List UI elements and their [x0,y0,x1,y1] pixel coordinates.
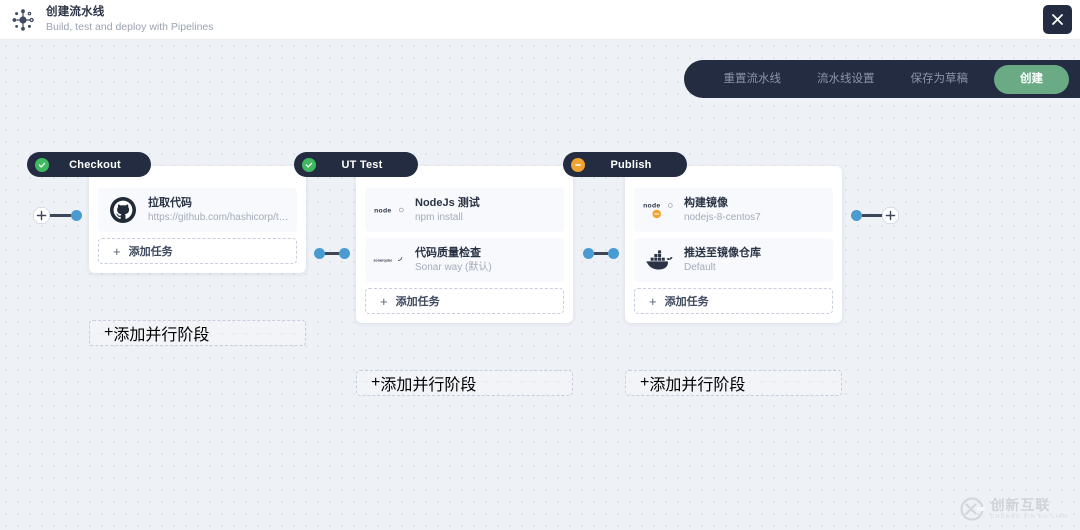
task-item[interactable]: 推送至镜像仓库 Default [634,238,833,282]
watermark: 创新互联 CHUANG XIN HU LIAN [959,496,1068,522]
task-text-group: 代码质量检查 Sonar way (默认) [415,246,492,275]
save-draft-button[interactable]: 保存为草稿 [893,65,987,93]
page-title: 创建流水线 [46,6,105,18]
reset-pipeline-button[interactable]: 重置流水线 [706,65,800,93]
task-title: 构建镜像 [684,196,728,209]
add-stage-icon [33,207,50,224]
create-button[interactable]: 创建 [994,64,1069,94]
connector-dot [71,210,82,221]
add-parallel-stage-button[interactable]: + 添加并行阶段 [625,370,842,396]
stage-body: node 构建镜像 nodejs-8-centos7 推送至镜像仓库 Defau… [625,166,842,323]
check-circle-icon [302,157,316,172]
add-task-label: 添加任务 [664,296,709,308]
connector-dot [851,210,862,221]
connector-line [862,214,882,217]
add-task-button[interactable]: + 添加任务 [634,288,833,314]
task-subtitle: https://github.com/hashicorp/ter... [148,211,289,223]
pipeline-graph: Checkout 拉取代码 https://github.com/hashico… [0,40,1080,530]
window-header: 创建流水线 Build, test and deploy with Pipeli… [0,0,1080,40]
task-subtitle: npm install [415,211,463,223]
svg-text:node: node [374,207,391,214]
task-item[interactable]: sonarqube 代码质量检查 Sonar way (默认) [365,238,564,282]
pipeline-canvas[interactable]: 重置流水线 流水线设置 保存为草稿 创建 Checkout 拉取代码 https… [0,40,1080,530]
plus-icon: + [649,293,657,309]
stage-name: Publish [610,158,652,171]
connector-left [33,207,82,224]
connector-line [594,252,608,255]
add-parallel-stage-button[interactable]: + 添加并行阶段 [89,320,306,346]
pipeline-editor-window: 创建流水线 Build, test and deploy with Pipeli… [0,0,1080,530]
task-text-group: 拉取代码 https://github.com/hashicorp/ter... [148,196,289,225]
watermark-texts: 创新互联 CHUANG XIN HU LIAN [990,496,1068,521]
stage-body: 拉取代码 https://github.com/hashicorp/ter...… [89,166,306,273]
connector-dot [583,248,594,259]
stage-name: UT Test [341,158,383,171]
plus-icon: + [640,374,650,391]
add-task-label: 添加任务 [128,246,173,258]
stage-header[interactable]: Publish [563,152,687,177]
watermark-subtitle: CHUANG XIN HU LIAN [990,513,1068,520]
connector-line [50,214,71,217]
connector-dot [608,248,619,259]
task-title: NodeJs 测试 [415,196,480,209]
add-stage-left-button[interactable] [33,207,50,224]
stage-body: node NodeJs 测试 npm install sonarqube 代码质… [356,166,573,323]
add-stage-right-button[interactable] [882,207,899,224]
add-task-label: 添加任务 [395,296,440,308]
connector-dot [339,248,350,259]
stage-header[interactable]: UT Test [294,152,418,177]
plus-icon: + [380,293,388,309]
plus-icon: + [104,324,114,341]
github-icon [106,193,140,227]
task-title: 拉取代码 [148,196,192,209]
pipeline-node-icon [8,5,38,35]
pipeline-toolbar: 重置流水线 流水线设置 保存为草稿 创建 [683,60,1080,98]
stage-name: Checkout [69,158,121,171]
task-subtitle: Sonar way (默认) [415,261,492,273]
add-parallel-label: 添加并行阶段 [113,327,210,344]
header-text-group: 创建流水线 Build, test and deploy with Pipeli… [46,5,214,34]
page-subtitle: Build, test and deploy with Pipelines [46,21,214,33]
connector-stage1-stage2 [314,248,350,259]
add-parallel-stage-button[interactable]: + 添加并行阶段 [356,370,573,396]
task-text-group: 推送至镜像仓库 Default [684,246,761,275]
nodejs-icon: node [642,193,676,227]
task-subtitle: nodejs-8-centos7 [684,211,761,223]
connector-stage2-stage3 [583,248,619,259]
connector-line [325,252,339,255]
add-parallel-label: 添加并行阶段 [380,377,477,394]
add-task-button[interactable]: + 添加任务 [98,238,297,264]
sonarqube-icon: sonarqube [373,243,407,277]
task-item[interactable]: 拉取代码 https://github.com/hashicorp/ter... [98,188,297,232]
cx-logo-icon [960,497,986,521]
svg-text:node: node [643,203,660,210]
task-subtitle: Default [684,261,716,273]
connector-dot [314,248,325,259]
close-icon [1052,14,1063,25]
add-stage-icon [882,207,899,224]
task-title: 代码质量检查 [415,246,481,259]
svg-text:sonarqube: sonarqube [374,259,393,263]
add-task-button[interactable]: + 添加任务 [365,288,564,314]
task-text-group: 构建镜像 nodejs-8-centos7 [684,196,761,225]
stage-header[interactable]: Checkout [27,152,151,177]
close-button[interactable] [1043,5,1072,34]
task-item[interactable]: node 构建镜像 nodejs-8-centos7 [634,188,833,232]
check-circle-icon [35,157,49,172]
minus-circle-warning-icon [652,209,661,219]
plus-icon: + [371,374,381,391]
nodejs-icon: node [373,193,407,227]
pipeline-settings-button[interactable]: 流水线设置 [799,65,893,93]
task-title: 推送至镜像仓库 [684,246,761,259]
task-text-group: NodeJs 测试 npm install [415,196,480,225]
minus-circle-icon [571,157,585,172]
add-parallel-label: 添加并行阶段 [649,377,746,394]
task-item[interactable]: node NodeJs 测试 npm install [365,188,564,232]
docker-icon [642,243,676,277]
plus-icon: + [113,243,121,259]
watermark-title: 创新互联 [990,496,1051,513]
connector-right [851,207,899,224]
